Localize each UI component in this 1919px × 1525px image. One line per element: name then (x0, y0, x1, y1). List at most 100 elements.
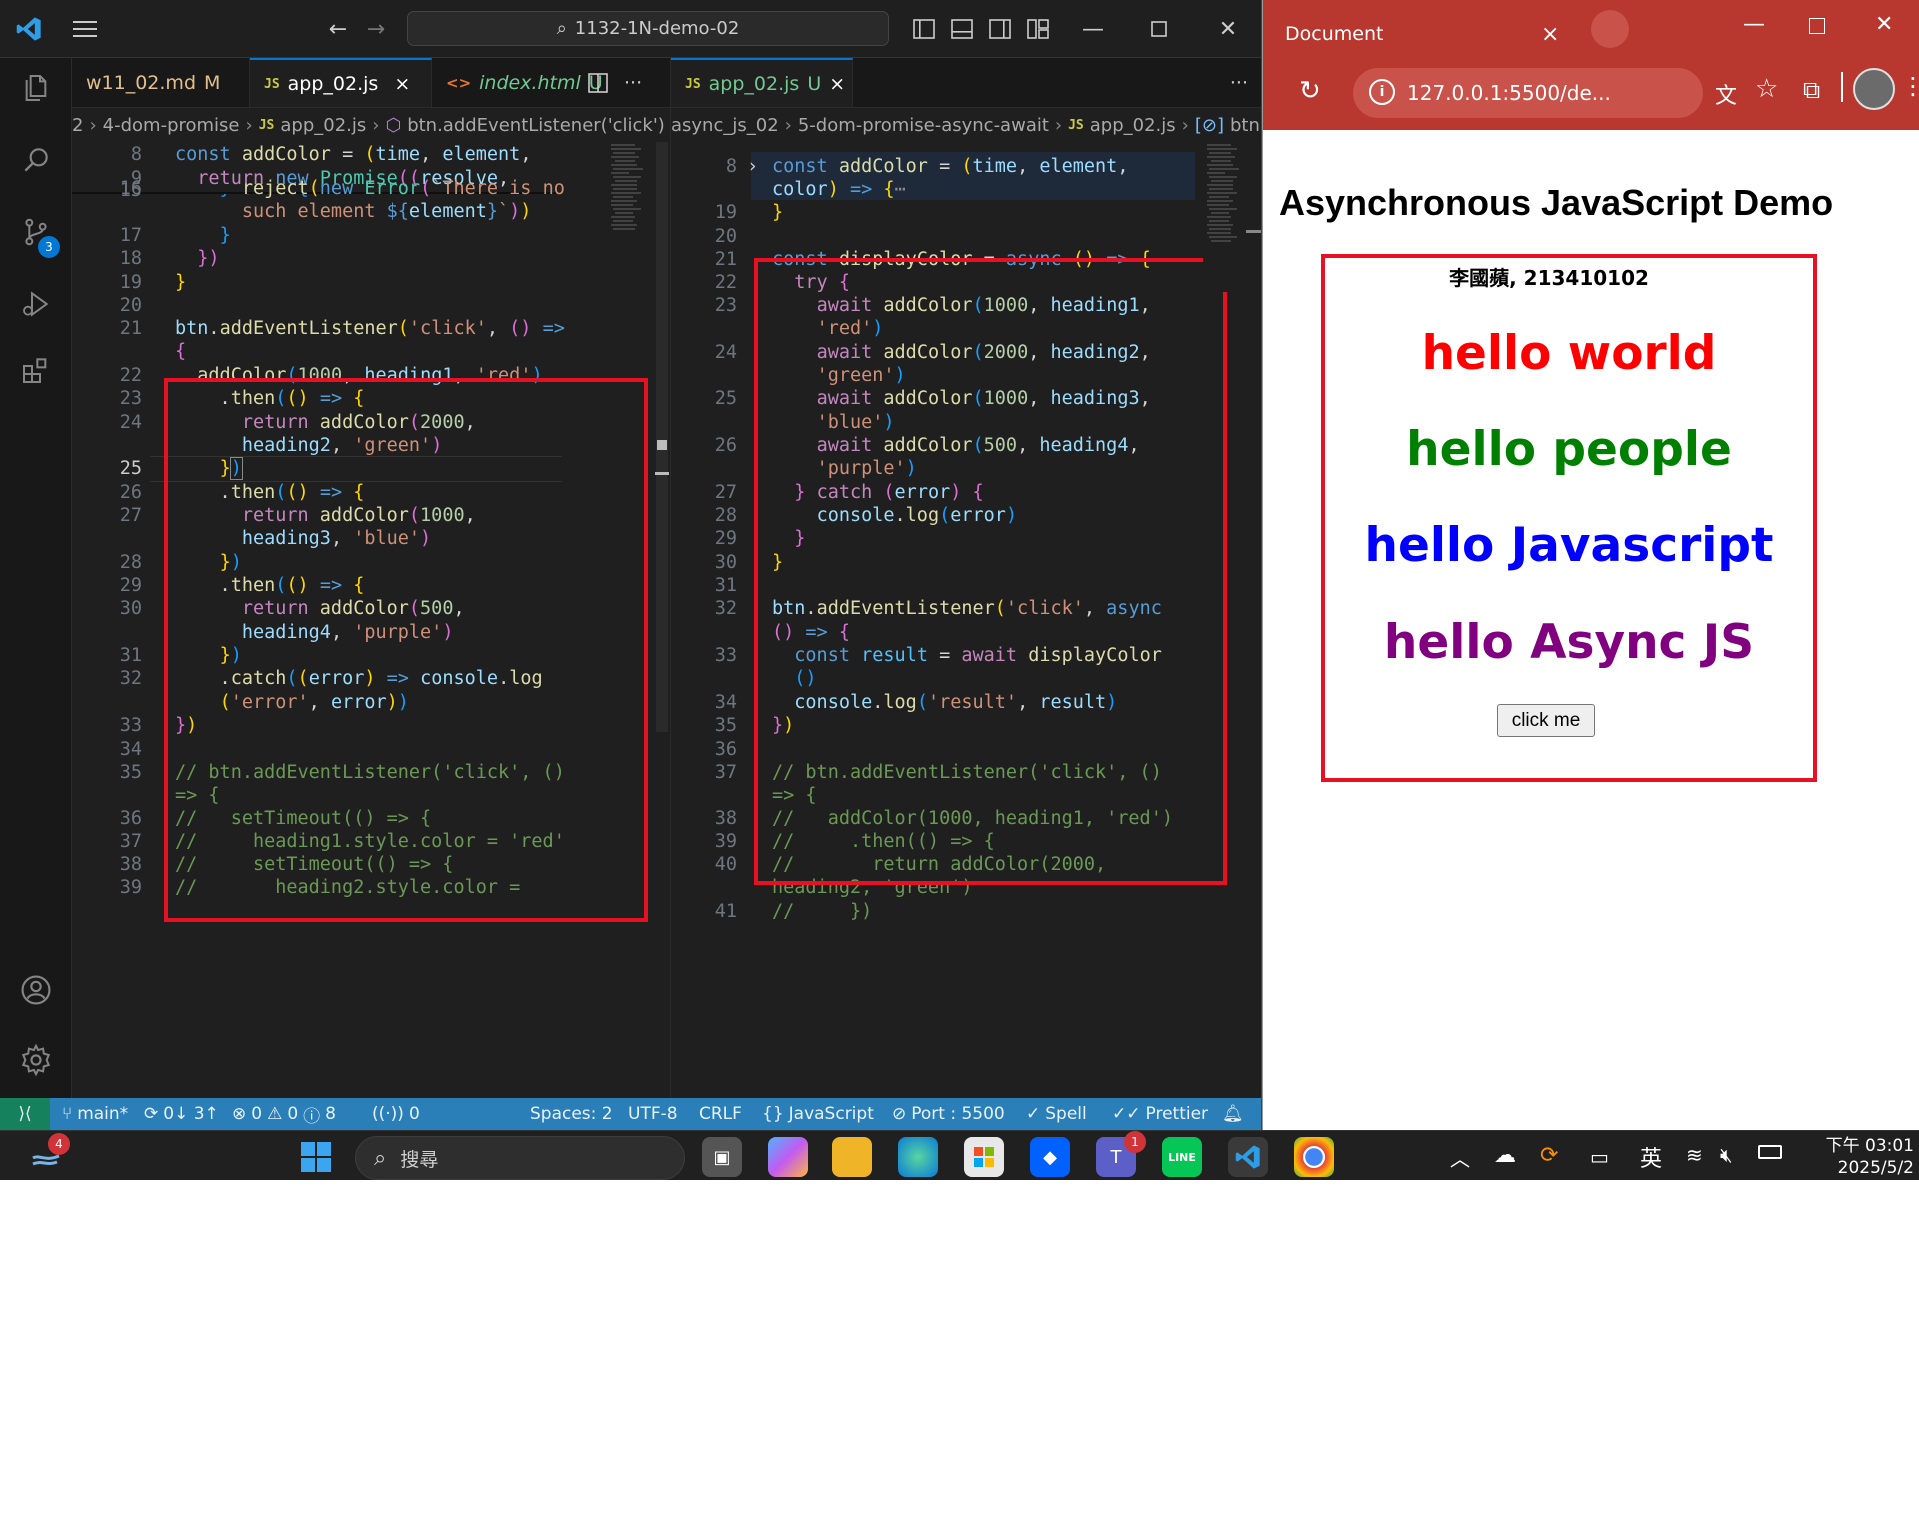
branch-indicator[interactable]: ⑂ main* (62, 1098, 128, 1130)
maximize-icon[interactable] (1809, 18, 1825, 34)
explorer-icon[interactable] (0, 58, 72, 118)
tab-app-02-js[interactable]: JS app_02.js × (250, 58, 432, 107)
tab-w11-02-md[interactable]: w11_02.md M (72, 58, 250, 107)
edge-icon[interactable] (898, 1137, 938, 1177)
command-center-search[interactable]: ⌕ 1132-1N-demo-02 (407, 11, 889, 46)
close-window-icon[interactable]: ✕ (1875, 12, 1893, 37)
tablet-mode-icon[interactable]: ▭ (1590, 1145, 1609, 1169)
onedrive-icon[interactable]: ☁ (1494, 1143, 1516, 1168)
forward-arrow-icon[interactable]: → (356, 0, 396, 58)
toggle-primary-sidebar-icon[interactable] (906, 0, 942, 58)
eol-indicator[interactable]: CRLF (699, 1098, 742, 1130)
site-info-icon[interactable]: i (1369, 79, 1395, 105)
customize-layout-icon[interactable] (1020, 0, 1056, 58)
breadcrumb-item[interactable]: async_js_02 (671, 115, 779, 136)
scrollbar-marker (655, 472, 669, 475)
close-window-icon[interactable]: ✕ (1203, 0, 1253, 58)
toggle-secondary-sidebar-icon[interactable] (982, 0, 1018, 58)
extensions-icon[interactable] (0, 340, 72, 400)
reload-icon[interactable]: ↻ (1299, 76, 1321, 106)
vscode-taskbar-icon[interactable] (1228, 1137, 1268, 1177)
scrollbar-thumb[interactable] (657, 440, 667, 450)
start-button[interactable] (296, 1137, 336, 1177)
taskbar-search[interactable]: ⌕ 搜尋 (355, 1136, 685, 1180)
line-number: 24 (119, 412, 142, 433)
breadcrumb-item[interactable]: 4-dom-promise (103, 115, 240, 136)
more-actions-icon[interactable]: ··· (616, 58, 650, 107)
url-text: 127.0.0.1:5500/de... (1407, 81, 1611, 105)
close-tab-icon[interactable]: × (1541, 22, 1559, 47)
spell-indicator[interactable]: ✓ Spell (1026, 1098, 1087, 1130)
volume-muted-icon[interactable]: 🔇︎ (1720, 1143, 1733, 1167)
copilot-icon[interactable] (768, 1137, 808, 1177)
problems-indicator[interactable]: ⊗ 0 ⚠ 0 ⓘ 8 (232, 1098, 336, 1130)
prettier-indicator[interactable]: ✓✓ Prettier (1112, 1098, 1208, 1130)
js-file-icon: JS (258, 117, 275, 133)
live-server-indicator[interactable]: ⊘ Port : 5500 (892, 1098, 1005, 1130)
input-method-indicator[interactable]: 英 (1640, 1141, 1662, 1173)
extensions-puzzle-icon[interactable]: ⧉ (1803, 76, 1820, 104)
line-number: 38 (714, 808, 737, 829)
line-app-icon[interactable]: LINE (1162, 1137, 1202, 1177)
minimize-icon[interactable]: — (1068, 0, 1118, 58)
widgets-icon[interactable]: 4 (26, 1133, 70, 1177)
line-number: 20 (714, 226, 737, 247)
translate-icon[interactable]: 文 (1715, 78, 1737, 110)
breadcrumb-item[interactable]: app_02.js (1090, 115, 1176, 136)
tab-close-icon[interactable]: × (394, 73, 410, 95)
right-code-editor[interactable]: 8 › const addColor = (time, element, col… (671, 142, 1261, 1098)
task-view-icon[interactable]: ▣ (702, 1137, 742, 1177)
file-explorer-icon[interactable] (832, 1137, 872, 1177)
left-code-editor[interactable]: 8 const addColor = (time, element, 9 ret… (72, 142, 670, 1098)
notifications-bell-icon[interactable]: 🔔︎ (1222, 1098, 1244, 1130)
tab-app-02-js-right[interactable]: JS app_02.js U × (671, 58, 853, 107)
browser-menu-icon[interactable]: ⋮ (1901, 72, 1919, 100)
indentation-indicator[interactable]: Spaces: 2 (530, 1098, 613, 1130)
breadcrumb-item[interactable]: btn (1230, 115, 1260, 136)
click-me-button[interactable]: click me (1497, 704, 1595, 737)
tab-index-html[interactable]: <> index.html U (432, 58, 603, 107)
browser-window: Document × — ✕ ↻ i 127.0.0.1:5500/de... … (1262, 0, 1919, 1130)
run-debug-icon[interactable] (0, 274, 72, 334)
code-line: }) (197, 248, 220, 269)
wifi-icon[interactable]: ≋ (1686, 1143, 1703, 1167)
ports-indicator[interactable]: ((·)) 0 (372, 1098, 420, 1130)
teams-icon[interactable]: T 1 (1096, 1131, 1146, 1177)
right-editor-tabs: JS app_02.js U × ··· (671, 58, 1261, 108)
remote-indicator-icon[interactable]: ⟩⟨ (0, 1098, 50, 1130)
breadcrumb-item[interactable]: 5-dom-promise-async-await (798, 115, 1049, 136)
new-tab-button[interactable] (1591, 10, 1629, 48)
accounts-icon[interactable] (0, 960, 72, 1020)
more-actions-icon[interactable]: ··· (1216, 58, 1261, 107)
profile-avatar[interactable] (1853, 68, 1895, 110)
browser-tab[interactable]: Document × (1271, 10, 1581, 58)
search-sidebar-icon[interactable] (0, 130, 72, 190)
minimap[interactable] (1203, 142, 1261, 292)
toggle-panel-icon[interactable] (944, 0, 980, 58)
manage-gear-icon[interactable] (0, 1030, 72, 1090)
battery-icon[interactable] (1758, 1145, 1782, 1159)
breadcrumb-item[interactable]: app_02.js (280, 115, 366, 136)
sync-tray-icon[interactable]: ⟳ (1540, 1143, 1558, 1168)
sync-indicator[interactable]: ⟳ 0↓ 3↑ (144, 1098, 219, 1130)
source-control-icon[interactable]: 3 (0, 202, 72, 262)
dropbox-icon[interactable]: ◆ (1030, 1137, 1070, 1177)
chrome-icon[interactable] (1294, 1137, 1334, 1177)
show-hidden-icons-chevron[interactable]: ︿ (1450, 1143, 1470, 1172)
menu-icon[interactable] (62, 0, 108, 58)
language-indicator[interactable]: {} JavaScript (762, 1098, 874, 1130)
encoding-indicator[interactable]: UTF-8 (628, 1098, 678, 1130)
split-editor-icon[interactable] (580, 58, 616, 107)
minimize-icon[interactable]: — (1743, 12, 1765, 37)
maximize-icon[interactable] (1134, 0, 1184, 58)
bookmark-star-icon[interactable]: ☆ (1755, 74, 1778, 104)
tab-close-icon[interactable]: × (829, 73, 845, 95)
fold-chevron-icon[interactable]: › (747, 156, 758, 177)
breadcrumb-item[interactable]: btn.addEventListener('click') (407, 115, 665, 136)
clock[interactable]: 下午 03:01 2025/5/2 (1804, 1135, 1914, 1179)
scrollbar[interactable] (656, 142, 668, 732)
address-bar[interactable]: i 127.0.0.1:5500/de... (1353, 68, 1703, 118)
breadcrumb-item[interactable]: 2 (72, 115, 83, 136)
microsoft-store-icon[interactable] (964, 1137, 1004, 1177)
back-arrow-icon[interactable]: ← (318, 0, 358, 58)
